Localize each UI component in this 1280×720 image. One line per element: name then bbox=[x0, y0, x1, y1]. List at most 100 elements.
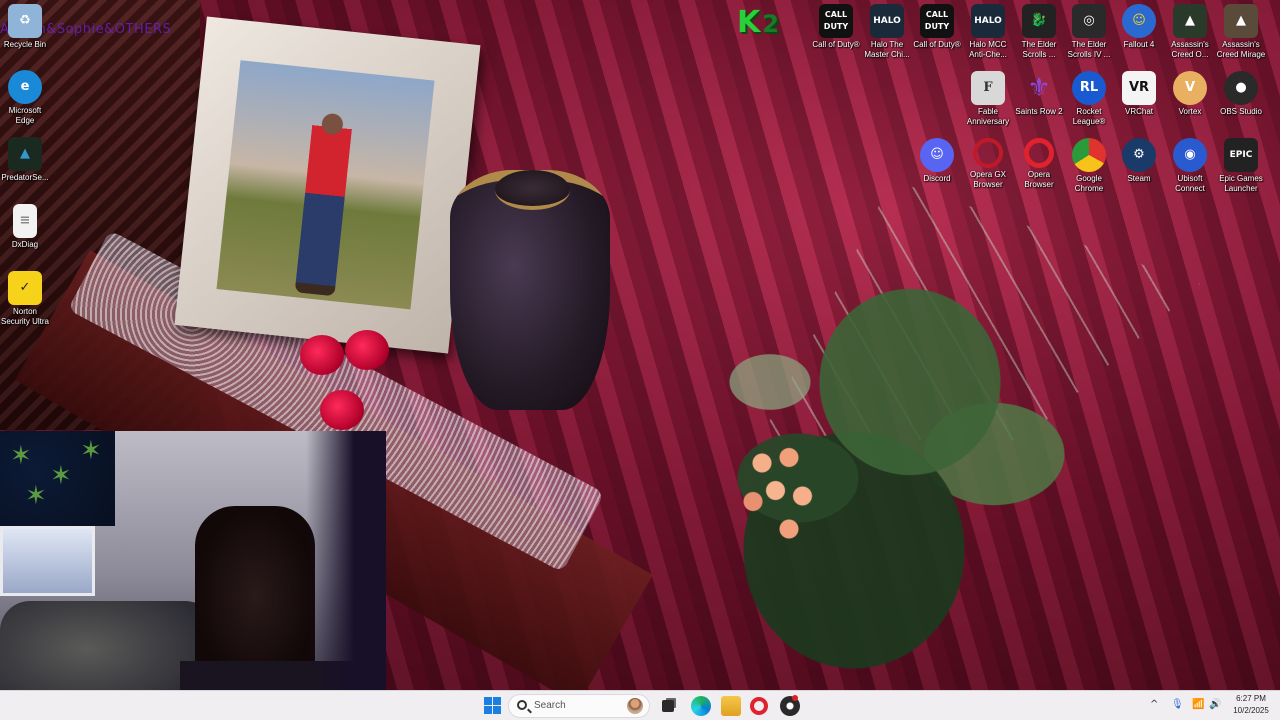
assassins-creed-icon: ▲ bbox=[1224, 4, 1258, 38]
desktop-icon-label: Fable Anniversary bbox=[966, 107, 1010, 126]
predator-icon: ▲ bbox=[8, 137, 42, 171]
search-highlight-icon bbox=[627, 698, 643, 714]
wifi-icon[interactable]: 📶 bbox=[1192, 699, 1204, 710]
start-button[interactable] bbox=[484, 697, 501, 714]
opera-icon bbox=[1024, 138, 1054, 168]
wallpaper-plant bbox=[630, 190, 1190, 670]
microphone-icon[interactable]: 🎙 bbox=[1171, 699, 1184, 710]
desktop-icon-halo-mcc-anticheat[interactable]: HALO Halo MCC Anti-Che... bbox=[963, 4, 1013, 60]
desktop-icon-label: Opera Browser bbox=[1024, 170, 1054, 189]
document-icon: ≡ bbox=[13, 204, 37, 238]
epic-games-icon: EPIC bbox=[1224, 138, 1258, 172]
desktop-icon-elder-scrolls-1[interactable]: 🐉 The Elder Scrolls ... bbox=[1014, 4, 1064, 60]
desktop-icon-label: DxDiag bbox=[11, 240, 39, 249]
leaf-icon: ✶ bbox=[50, 461, 72, 491]
volume-icon[interactable]: 🔊 bbox=[1209, 699, 1221, 710]
webcam-window bbox=[0, 526, 95, 596]
norton-icon: ✓ bbox=[8, 271, 42, 305]
wallpaper-rose bbox=[300, 335, 344, 375]
desktop-icon-opera[interactable]: Opera Browser bbox=[1014, 138, 1064, 190]
taskbar-search-box[interactable]: Search bbox=[508, 694, 650, 718]
taskbar-edge-icon[interactable] bbox=[691, 696, 711, 716]
desktop-icon-vortex[interactable]: V Vortex bbox=[1165, 71, 1215, 117]
desktop-icon-halo-master-chief[interactable]: HALO Halo The Master Chi... bbox=[862, 4, 912, 60]
assassins-creed-icon: ▲ bbox=[1173, 4, 1207, 38]
search-placeholder: Search bbox=[534, 700, 566, 711]
desktop-icon-elder-scrolls-4[interactable]: ◎ The Elder Scrolls IV ... bbox=[1064, 4, 1114, 60]
recording-indicator-icon bbox=[792, 695, 798, 701]
desktop-icon-discord[interactable]: ☺ Discord bbox=[912, 138, 962, 184]
desktop-icon-label: Call of Duty® bbox=[913, 40, 961, 49]
halo-icon: HALO bbox=[870, 4, 904, 38]
desktop-icon-label: Saints Row 2 bbox=[1015, 107, 1063, 116]
windows-logo-quad bbox=[484, 706, 492, 714]
desktop-icon-label: Norton Security Ultra bbox=[0, 307, 49, 326]
desktop-icon-label: Call of Duty® bbox=[812, 40, 860, 49]
desktop-icon-google-chrome[interactable]: Google Chrome bbox=[1064, 138, 1114, 194]
elder-scrolls-icon: 🐉 bbox=[1022, 4, 1056, 38]
desktop-icon-label: Assassin's Creed O... bbox=[1171, 40, 1209, 59]
desktop-icon-assassins-creed-mirage[interactable]: ▲ Assassin's Creed Mirage bbox=[1216, 4, 1266, 60]
desktop-icon-rocket-league[interactable]: RL Rocket League® bbox=[1064, 71, 1114, 127]
logo-letter-k: K bbox=[737, 5, 761, 40]
windows-logo-quad bbox=[484, 697, 492, 705]
desktop-icon-assassins-creed-o[interactable]: ▲ Assassin's Creed O... bbox=[1165, 4, 1215, 60]
desktop-icon-cod-1[interactable]: CALL DUTY Call of Duty® bbox=[811, 4, 861, 50]
desktop-icon-label: Epic Games Launcher bbox=[1219, 174, 1263, 193]
desktop-icon-cod-2[interactable]: CALL DUTY Call of Duty® bbox=[912, 4, 962, 50]
vrchat-icon: VR bbox=[1122, 71, 1156, 105]
taskbar-clock[interactable]: 6:27 PM 10/2/2025 bbox=[1226, 693, 1276, 717]
wallpaper-rose bbox=[345, 330, 389, 370]
desktop-icon-label: Opera GX Browser bbox=[969, 170, 1006, 189]
desktop-icon-label: Halo The Master Chi... bbox=[864, 40, 910, 59]
obs-icon: ● bbox=[1224, 71, 1258, 105]
taskbar-opera-icon[interactable] bbox=[750, 697, 768, 715]
desktop-icon-label: Microsoft Edge bbox=[8, 106, 42, 125]
edge-icon: e bbox=[8, 70, 42, 104]
clock-time: 6:27 PM bbox=[1236, 694, 1266, 703]
desktop-icon-obs-studio[interactable]: ● OBS Studio bbox=[1216, 71, 1266, 117]
desktop-icon-norton[interactable]: ✓ Norton Security Ultra bbox=[0, 271, 50, 327]
desktop-icon-label: Steam bbox=[1127, 174, 1151, 183]
desktop-icon-label: The Elder Scrolls IV ... bbox=[1067, 40, 1111, 59]
fallout-icon: ☺ bbox=[1122, 4, 1156, 38]
desktop-icon-recycle-bin[interactable]: ♻ Recycle Bin bbox=[0, 4, 50, 50]
desktop-icon-label: Ubisoft Connect bbox=[1175, 174, 1205, 193]
webcam-overlay: ✶ ✶ ✶ ✶ bbox=[0, 431, 386, 720]
desktop-icon-saints-row-2[interactable]: ⚜ Saints Row 2 bbox=[1014, 71, 1064, 117]
leaf-icon: ✶ bbox=[10, 441, 32, 471]
wallpaper-urn-lid bbox=[495, 170, 570, 210]
desktop-icon-fable[interactable]: F Fable Anniversary bbox=[963, 71, 1013, 127]
desktop-icon-microsoft-edge[interactable]: e Microsoft Edge bbox=[0, 70, 50, 126]
desktop-icon-label: Google Chrome bbox=[1074, 174, 1104, 193]
wallpaper-rose bbox=[320, 390, 364, 430]
desktop-icon-epic-games[interactable]: EPIC Epic Games Launcher bbox=[1216, 138, 1266, 194]
wallpaper-photo-person bbox=[294, 103, 355, 297]
wallpaper-framed-photo bbox=[216, 60, 435, 310]
desktop-icon-dxdiag[interactable]: ≡ DxDiag bbox=[0, 204, 50, 250]
tray-overflow-chevron-icon[interactable]: ^ bbox=[1150, 699, 1158, 710]
opera-gx-icon bbox=[973, 138, 1003, 168]
leaf-icon: ✶ bbox=[80, 436, 102, 466]
taskbar-file-explorer-icon[interactable] bbox=[721, 696, 741, 716]
desktop-icon-label: Recycle Bin bbox=[3, 40, 47, 49]
desktop-icon-label: OBS Studio bbox=[1220, 107, 1262, 116]
wallpaper-flowers bbox=[735, 430, 825, 540]
desktop-icon-predatorsense[interactable]: ▲ PredatorSe... bbox=[0, 137, 50, 183]
rocket-league-icon: RL bbox=[1072, 71, 1106, 105]
wallpaper-photo-frame bbox=[174, 16, 481, 354]
desktop-icon-vrchat[interactable]: VR VRChat bbox=[1114, 71, 1164, 117]
desktop-icon-fallout-4[interactable]: ☺ Fallout 4 bbox=[1114, 4, 1164, 50]
taskbar: Search ^ 🎙 📶 🔊 6:27 PM 10/2/2025 bbox=[0, 690, 1280, 720]
desktop-icon-opera-gx[interactable]: Opera GX Browser bbox=[963, 138, 1013, 190]
windows-logo-quad bbox=[493, 697, 501, 705]
fable-icon: F bbox=[971, 71, 1005, 105]
search-icon bbox=[517, 700, 527, 710]
webcam-shadow bbox=[306, 431, 386, 720]
steam-icon: ⚙ bbox=[1122, 138, 1156, 172]
logo-digit-2: 2 bbox=[762, 10, 779, 38]
desktop-icon-label: Fallout 4 bbox=[1123, 40, 1155, 49]
task-view-button[interactable] bbox=[662, 700, 674, 712]
desktop-icon-steam[interactable]: ⚙ Steam bbox=[1114, 138, 1164, 184]
desktop-icon-ubisoft-connect[interactable]: ◉ Ubisoft Connect bbox=[1165, 138, 1215, 194]
